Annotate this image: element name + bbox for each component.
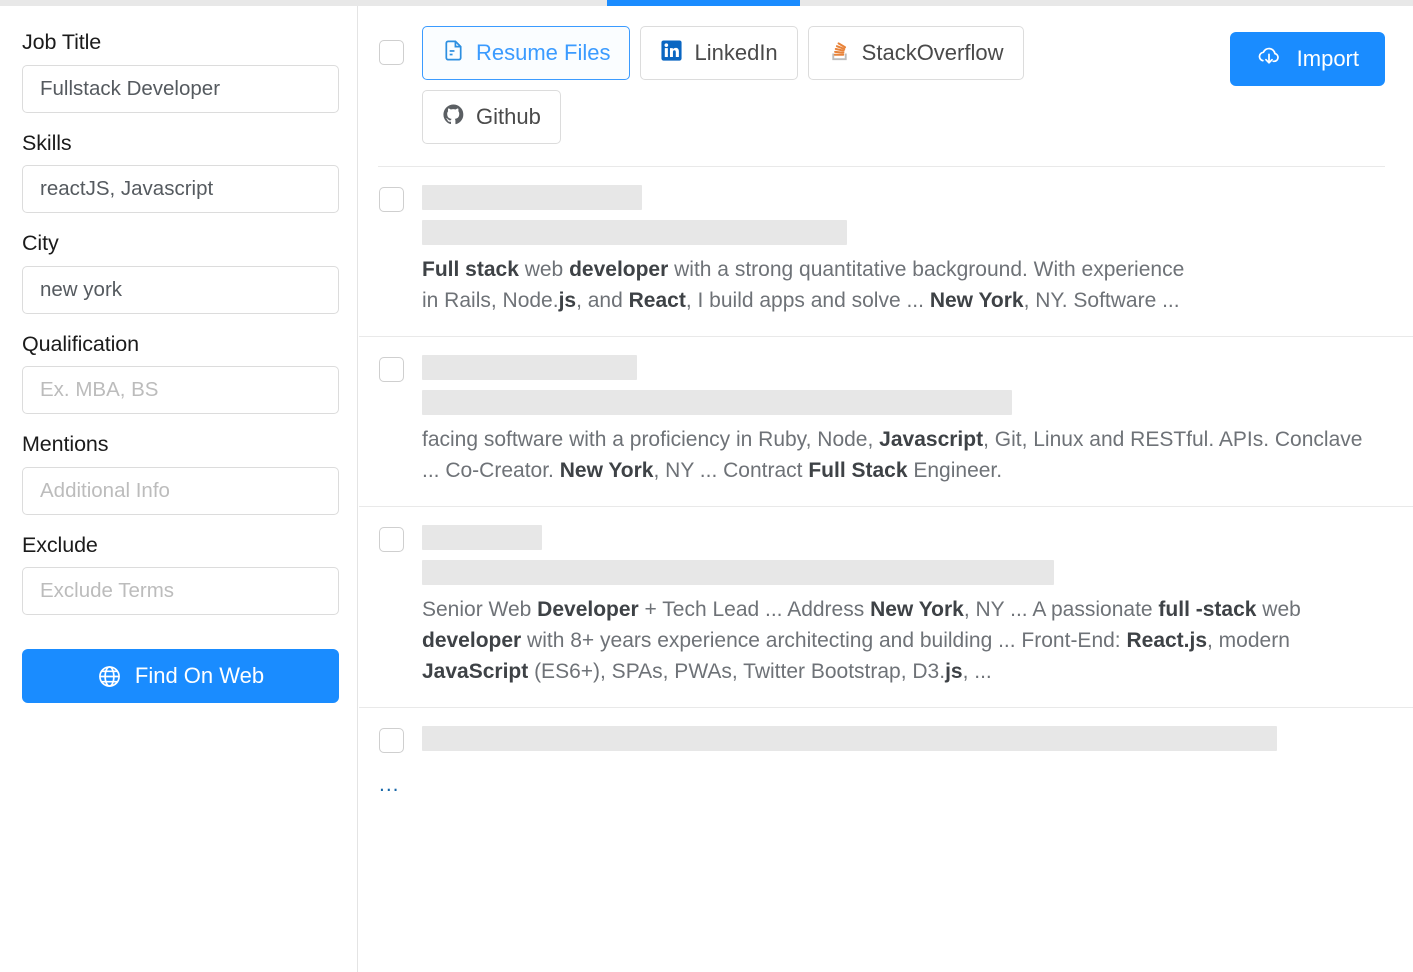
result-body: facing software with a proficiency in Ru… bbox=[422, 355, 1385, 486]
result-row[interactable]: Senior Web Developer + Tech Lead ... Add… bbox=[359, 507, 1413, 708]
qualification-input[interactable] bbox=[22, 366, 339, 414]
result-snippet: Full stack web developer with a strong q… bbox=[422, 258, 1185, 312]
sources-toolbar: Resume Files LinkedIn StackOverflow Gith… bbox=[359, 6, 1413, 144]
redacted-headline bbox=[422, 560, 1054, 585]
find-on-web-label: Find On Web bbox=[134, 663, 265, 688]
result-row[interactable]: Full stack web developer with a strong q… bbox=[359, 167, 1413, 337]
result-row[interactable] bbox=[359, 708, 1413, 765]
redacted-name bbox=[422, 726, 1277, 751]
source-tab-github-label: Github bbox=[476, 104, 541, 129]
field-city: City bbox=[22, 231, 339, 314]
redacted-headline bbox=[422, 390, 1012, 415]
result-body: Senior Web Developer + Tech Lead ... Add… bbox=[422, 525, 1385, 687]
exclude-input[interactable] bbox=[22, 567, 339, 615]
result-checkbox[interactable] bbox=[379, 728, 404, 753]
globe-icon bbox=[97, 664, 122, 689]
import-button[interactable]: Import bbox=[1229, 32, 1385, 86]
result-checkbox[interactable] bbox=[379, 357, 404, 382]
source-tab-resume-files-label: Resume Files bbox=[476, 40, 611, 65]
job-title-input[interactable] bbox=[22, 64, 339, 113]
result-body bbox=[422, 726, 1385, 761]
mentions-input[interactable] bbox=[22, 466, 339, 515]
label-job-title: Job Title bbox=[22, 30, 102, 54]
field-exclude: Exclude bbox=[22, 532, 339, 615]
field-job-title: Job Title bbox=[22, 30, 339, 113]
app-root: Job Title Skills City Qualification Ment… bbox=[0, 0, 1413, 972]
results-list: Full stack web developer with a strong q… bbox=[359, 167, 1413, 797]
cloud-download-icon bbox=[1256, 43, 1282, 75]
redacted-name bbox=[422, 525, 542, 550]
label-qualification: Qualification bbox=[22, 331, 140, 356]
load-more-ellipsis[interactable]: ... bbox=[359, 765, 1413, 797]
label-skills: Skills bbox=[22, 130, 72, 155]
result-row[interactable]: facing software with a proficiency in Ru… bbox=[359, 337, 1413, 507]
import-button-label: Import bbox=[1296, 46, 1359, 71]
field-skills: Skills bbox=[22, 130, 339, 213]
source-tab-stackoverflow-label: StackOverflow bbox=[861, 40, 1004, 65]
find-on-web-button[interactable]: Find On Web bbox=[22, 649, 339, 703]
stackoverflow-icon bbox=[828, 39, 851, 68]
label-city: City bbox=[22, 231, 59, 255]
github-icon bbox=[442, 103, 465, 132]
document-icon bbox=[442, 39, 465, 68]
source-tab-stackoverflow[interactable]: StackOverflow bbox=[807, 26, 1024, 80]
redacted-name bbox=[422, 185, 642, 210]
city-input[interactable] bbox=[22, 265, 339, 314]
redacted-headline bbox=[422, 220, 847, 245]
result-body: Full stack web developer with a strong q… bbox=[422, 185, 1385, 316]
results-panel: Resume Files LinkedIn StackOverflow Gith… bbox=[359, 6, 1413, 972]
redacted-name bbox=[422, 355, 637, 380]
source-tab-group: Resume Files LinkedIn StackOverflow Gith… bbox=[422, 26, 1142, 144]
result-snippet: facing software with a proficiency in Ru… bbox=[422, 428, 1363, 482]
select-all-checkbox[interactable] bbox=[379, 40, 404, 65]
source-tab-linkedin-label: LinkedIn bbox=[694, 40, 778, 65]
search-filters-sidebar: Job Title Skills City Qualification Ment… bbox=[0, 6, 358, 972]
field-mentions: Mentions bbox=[22, 432, 339, 515]
field-qualification: Qualification bbox=[22, 331, 339, 414]
linkedin-icon bbox=[660, 39, 683, 68]
label-exclude: Exclude bbox=[22, 532, 98, 557]
result-checkbox[interactable] bbox=[379, 187, 404, 212]
source-tab-linkedin[interactable]: LinkedIn bbox=[640, 26, 798, 80]
result-snippet: Senior Web Developer + Tech Lead ... Add… bbox=[422, 598, 1301, 683]
skills-input[interactable] bbox=[22, 165, 339, 213]
label-mentions: Mentions bbox=[22, 432, 109, 456]
source-tab-resume-files[interactable]: Resume Files bbox=[422, 26, 631, 80]
result-checkbox[interactable] bbox=[379, 527, 404, 552]
source-tab-github[interactable]: Github bbox=[422, 90, 561, 144]
